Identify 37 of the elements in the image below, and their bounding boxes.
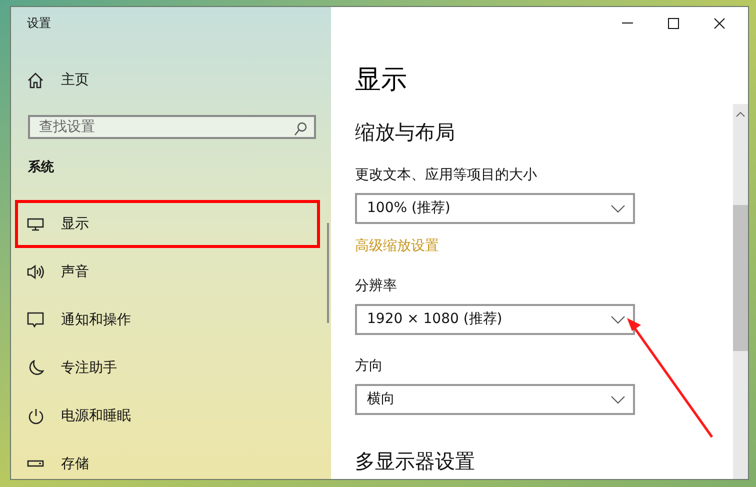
sidebar-item[interactable]: 存储 [15,440,320,487]
page-title: 显示 [355,65,407,95]
sidebar-item[interactable]: 通知和操作 [15,296,320,344]
dropdown[interactable]: 横向 [355,384,635,415]
sidebar-item[interactable]: 专注助手 [15,344,320,392]
window-title: 设置 [27,15,51,31]
moon-icon [27,360,44,376]
dropdown[interactable]: 100% (推荐) [355,193,635,224]
setting-label: 分辨率 [355,277,397,295]
setting-label: 更改文本、应用等项目的大小 [355,166,537,184]
home-nav-item[interactable]: 主页 [27,70,89,90]
dropdown[interactable]: 1920 × 1080 (推荐) [355,304,635,335]
speaker-icon [27,264,44,280]
search-field[interactable]: 查找设置 [28,115,316,139]
monitor-icon [27,218,44,230]
sidebar-item[interactable]: 声音 [15,248,320,296]
scrollbar[interactable] [327,223,329,323]
scrollbar[interactable] [733,104,748,479]
minimize-icon [622,22,632,24]
scrollbar-thumb[interactable] [733,205,748,351]
chevron-down-icon [611,396,625,404]
sidebar-item[interactable]: 电源和睡眠 [15,392,320,440]
chevron-up-icon [736,112,745,117]
message-icon [27,312,44,328]
maximize-icon [668,18,678,28]
section-heading: 缩放与布局 [355,119,455,146]
close-icon [714,18,724,28]
chevron-down-icon [611,204,625,212]
section-heading: 系统 [28,159,54,177]
power-icon [27,408,44,424]
section-heading: 多显示器设置 [355,448,475,475]
setting-label: 方向 [355,357,383,375]
search-icon [294,122,307,136]
home-icon [27,72,44,88]
sidebar-item[interactable]: 显示 [15,200,320,248]
chevron-down-icon [611,316,625,324]
drive-icon [27,460,44,468]
